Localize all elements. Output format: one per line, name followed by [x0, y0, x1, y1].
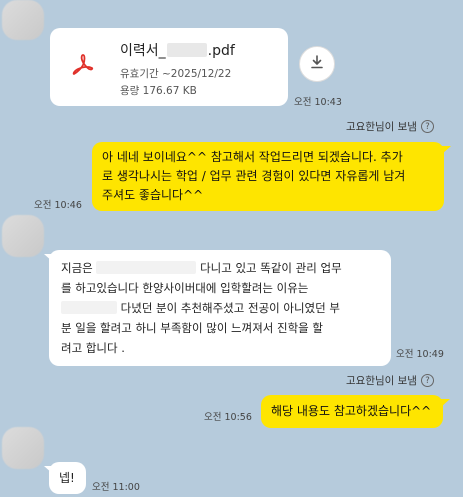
sender-label: 고요한님이 보냄 ? [346, 373, 434, 388]
message-line: 다녔던 분이 추천해주셨고 전공이 아니였던 부 [61, 298, 379, 318]
received-message-bubble[interactable]: 지금은 다니고 있고 똑같이 관리 업무 를 하고있습니다 한양사이버대에 입학… [49, 250, 391, 366]
sender-name: 고요한님이 보냄 [346, 121, 417, 133]
avatar[interactable] [2, 215, 44, 257]
message-time: 오전 10:43 [294, 97, 342, 108]
message-text: 다녔던 분이 추천해주셨고 전공이 아니였던 부 [120, 301, 340, 315]
file-name: 이력서_ .pdf [120, 40, 235, 60]
bubble-tail [441, 399, 450, 407]
my-message-bubble[interactable]: 해당 내용도 참고하겠습니다^^ [261, 395, 443, 428]
download-icon [309, 54, 325, 74]
file-validity: 유효기간 ~2025/12/22 [120, 68, 232, 80]
message-line: 려고 합니다 . [61, 341, 125, 355]
question-circle-icon[interactable]: ? [420, 120, 434, 133]
message-text: 다니고 있고 똑같이 관리 업무 [200, 261, 342, 275]
message-time: 오전 10:49 [396, 349, 444, 360]
question-circle-icon[interactable]: ? [420, 374, 434, 387]
message-time: 오전 10:56 [204, 412, 252, 423]
received-message-bubble[interactable]: 넵! [49, 462, 86, 494]
redacted-block [166, 43, 207, 57]
bubble-tail [442, 146, 451, 154]
message-line: 분 일을 할려고 하니 부족함이 많이 느껴져서 진학을 할 [61, 321, 324, 335]
sender-label: 고요한님이 보냄 ? [346, 119, 434, 134]
download-button[interactable] [299, 46, 335, 82]
message-time: 오전 11:00 [92, 482, 140, 493]
redacted-block [61, 301, 117, 314]
avatar[interactable] [2, 427, 44, 469]
sender-name: 고요한님이 보냄 [346, 375, 417, 387]
pdf-acrobat-icon [70, 52, 96, 78]
file-size: 용량 176.67 KB [120, 85, 197, 97]
file-attachment-card[interactable]: 이력서_ .pdf 유효기간 ~2025/12/22 용량 176.67 KB [50, 28, 288, 106]
message-line: 주셔도 좋습니다^^ [102, 188, 204, 202]
message-time: 오전 10:46 [34, 200, 82, 211]
message-line: 로 생각나시는 학업 / 업무 관련 경험이 있다면 자유롭게 남겨 [102, 169, 406, 183]
redacted-block [96, 261, 197, 274]
message-text: 지금은 [61, 261, 93, 275]
message-line: 지금은 다니고 있고 똑같이 관리 업무 [61, 258, 379, 278]
message-line: 아 네네 보이네요^^ 참고해서 작업드리면 되겠습니다. 추가 [102, 150, 403, 164]
file-name-prefix: 이력서_ [120, 43, 166, 59]
message-line: 해당 내용도 참고하겠습니다^^ [271, 404, 432, 418]
file-name-suffix: .pdf [207, 43, 235, 59]
my-message-bubble[interactable]: 아 네네 보이네요^^ 참고해서 작업드리면 되겠습니다. 추가 로 생각나시는… [92, 142, 444, 211]
help-glyph: ? [425, 375, 430, 386]
message-line: 넵! [59, 471, 75, 485]
help-glyph: ? [425, 121, 430, 132]
message-line: 를 하고있습니다 한양사이버대에 입학할려는 이유는 [61, 281, 309, 295]
avatar[interactable] [2, 0, 44, 40]
